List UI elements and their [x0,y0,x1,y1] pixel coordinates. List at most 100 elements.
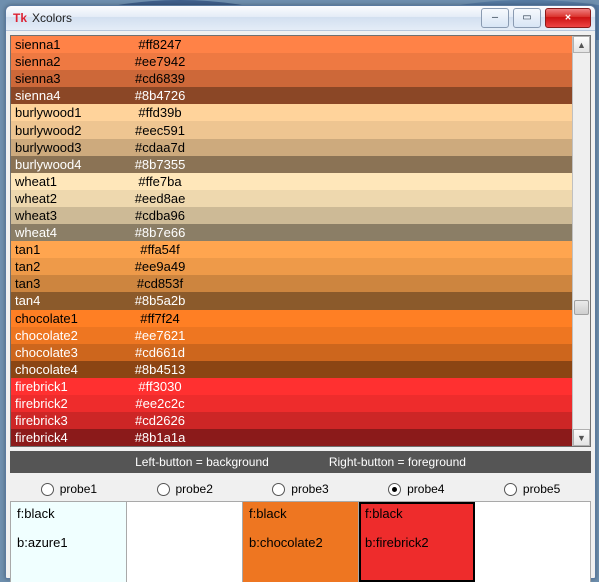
scrollbar[interactable]: ▲ ▼ [572,36,590,446]
color-hex: #8b1a1a [115,430,205,445]
radio-icon [157,483,170,496]
scroll-down-button[interactable]: ▼ [573,429,590,446]
color-name: sienna3 [15,71,115,86]
probe-radio-label: probe5 [523,482,560,496]
color-row[interactable]: wheat3#cdba96 [11,207,572,224]
color-row[interactable]: sienna1#ff8247 [11,36,572,53]
minimize-button[interactable]: — [481,8,509,28]
radio-icon [272,483,285,496]
probe-radio-label: probe2 [176,482,213,496]
color-hex: #eec591 [115,123,205,138]
color-row[interactable]: wheat2#eed8ae [11,190,572,207]
app-icon: Tk [12,10,28,26]
close-button[interactable]: ✕ [545,8,591,28]
color-row[interactable]: burlywood4#8b7355 [11,156,572,173]
color-name: sienna2 [15,54,115,69]
titlebar[interactable]: Tk Xcolors — ▭ ✕ [6,6,595,31]
color-hex: #ee7942 [115,54,205,69]
probe-fg-label: f:black [365,506,468,521]
color-row[interactable]: burlywood2#eec591 [11,121,572,138]
color-hex: #cdaa7d [115,140,205,155]
color-row[interactable]: firebrick3#cd2626 [11,412,572,429]
color-hex: #ff7f24 [115,311,205,326]
color-row[interactable]: firebrick1#ff3030 [11,378,572,395]
color-hex: #ee7621 [115,328,205,343]
probe-fg-label: f:black [17,506,120,521]
color-hex: #ffd39b [115,105,205,120]
color-hex: #8b5a2b [115,293,205,308]
probe-cell[interactable]: f:black b:azure1 [11,502,127,582]
maximize-button[interactable]: ▭ [513,8,541,28]
color-row[interactable]: chocolate1#ff7f24 [11,310,572,327]
color-name: chocolate4 [15,362,115,377]
color-name: burlywood1 [15,105,115,120]
color-hex: #cdba96 [115,208,205,223]
color-hex: #8b4513 [115,362,205,377]
color-hex: #8b7355 [115,157,205,172]
color-name: firebrick3 [15,413,115,428]
probe-radio-label: probe1 [60,482,97,496]
color-hex: #8b4726 [115,88,205,103]
probe-radio-probe5[interactable]: probe5 [474,482,590,496]
color-hex: #cd6839 [115,71,205,86]
radio-icon [388,483,401,496]
color-row[interactable]: tan3#cd853f [11,275,572,292]
probe-fg-label: f:black [249,506,352,521]
color-name: chocolate1 [15,311,115,326]
color-hex: #ffa54f [115,242,205,257]
color-hex: #ee9a49 [115,259,205,274]
color-hex: #cd2626 [115,413,205,428]
color-name: firebrick2 [15,396,115,411]
color-hex: #ffe7ba [115,174,205,189]
probe-radio-label: probe4 [407,482,444,496]
color-name: tan1 [15,242,115,257]
color-row[interactable]: chocolate2#ee7621 [11,327,572,344]
color-hex: #8b7e66 [115,225,205,240]
help-right: Right-button = foreground [329,455,466,469]
color-hex: #cd853f [115,276,205,291]
color-name: chocolate2 [15,328,115,343]
scroll-up-button[interactable]: ▲ [573,36,590,53]
radio-icon [504,483,517,496]
window-title: Xcolors [32,11,479,25]
color-row[interactable]: firebrick2#ee2c2c [11,395,572,412]
probe-bg-label: b:azure1 [17,535,120,550]
probe-radio-label: probe3 [291,482,328,496]
color-row[interactable]: chocolate4#8b4513 [11,361,572,378]
color-row[interactable]: wheat1#ffe7ba [11,173,572,190]
probe-cell[interactable] [127,502,243,582]
color-name: burlywood3 [15,140,115,155]
color-name: wheat3 [15,208,115,223]
probe-radio-probe4[interactable]: probe4 [358,482,474,496]
probe-radio-probe1[interactable]: probe1 [11,482,127,496]
color-row[interactable]: wheat4#8b7e66 [11,224,572,241]
color-hex: #cd661d [115,345,205,360]
color-row[interactable]: sienna2#ee7942 [11,53,572,70]
color-row[interactable]: tan2#ee9a49 [11,258,572,275]
color-name: firebrick1 [15,379,115,394]
color-row[interactable]: burlywood3#cdaa7d [11,139,572,156]
color-row[interactable]: sienna4#8b4726 [11,87,572,104]
probe-cells: f:blackb:azure1f:blackb:chocolate2f:blac… [10,501,591,582]
color-name: firebrick4 [15,430,115,445]
color-row[interactable]: tan1#ffa54f [11,241,572,258]
color-row[interactable]: sienna3#cd6839 [11,70,572,87]
scroll-thumb[interactable] [574,300,589,315]
color-row[interactable]: firebrick4#8b1a1a [11,429,572,446]
help-bar: Left-button = background Right-button = … [10,451,591,473]
radio-icon [41,483,54,496]
probe-cell[interactable] [475,502,590,582]
help-left: Left-button = background [135,455,269,469]
color-list: sienna1#ff8247sienna2#ee7942sienna3#cd68… [10,35,591,447]
color-row[interactable]: tan4#8b5a2b [11,292,572,309]
color-name: burlywood4 [15,157,115,172]
probe-radio-probe3[interactable]: probe3 [243,482,359,496]
color-row[interactable]: chocolate3#cd661d [11,344,572,361]
color-name: tan3 [15,276,115,291]
color-row[interactable]: burlywood1#ffd39b [11,104,572,121]
probe-radio-probe2[interactable]: probe2 [127,482,243,496]
color-name: tan4 [15,293,115,308]
probe-cell[interactable]: f:blackb:firebrick2 [359,502,475,582]
color-name: chocolate3 [15,345,115,360]
probe-cell[interactable]: f:blackb:chocolate2 [243,502,359,582]
